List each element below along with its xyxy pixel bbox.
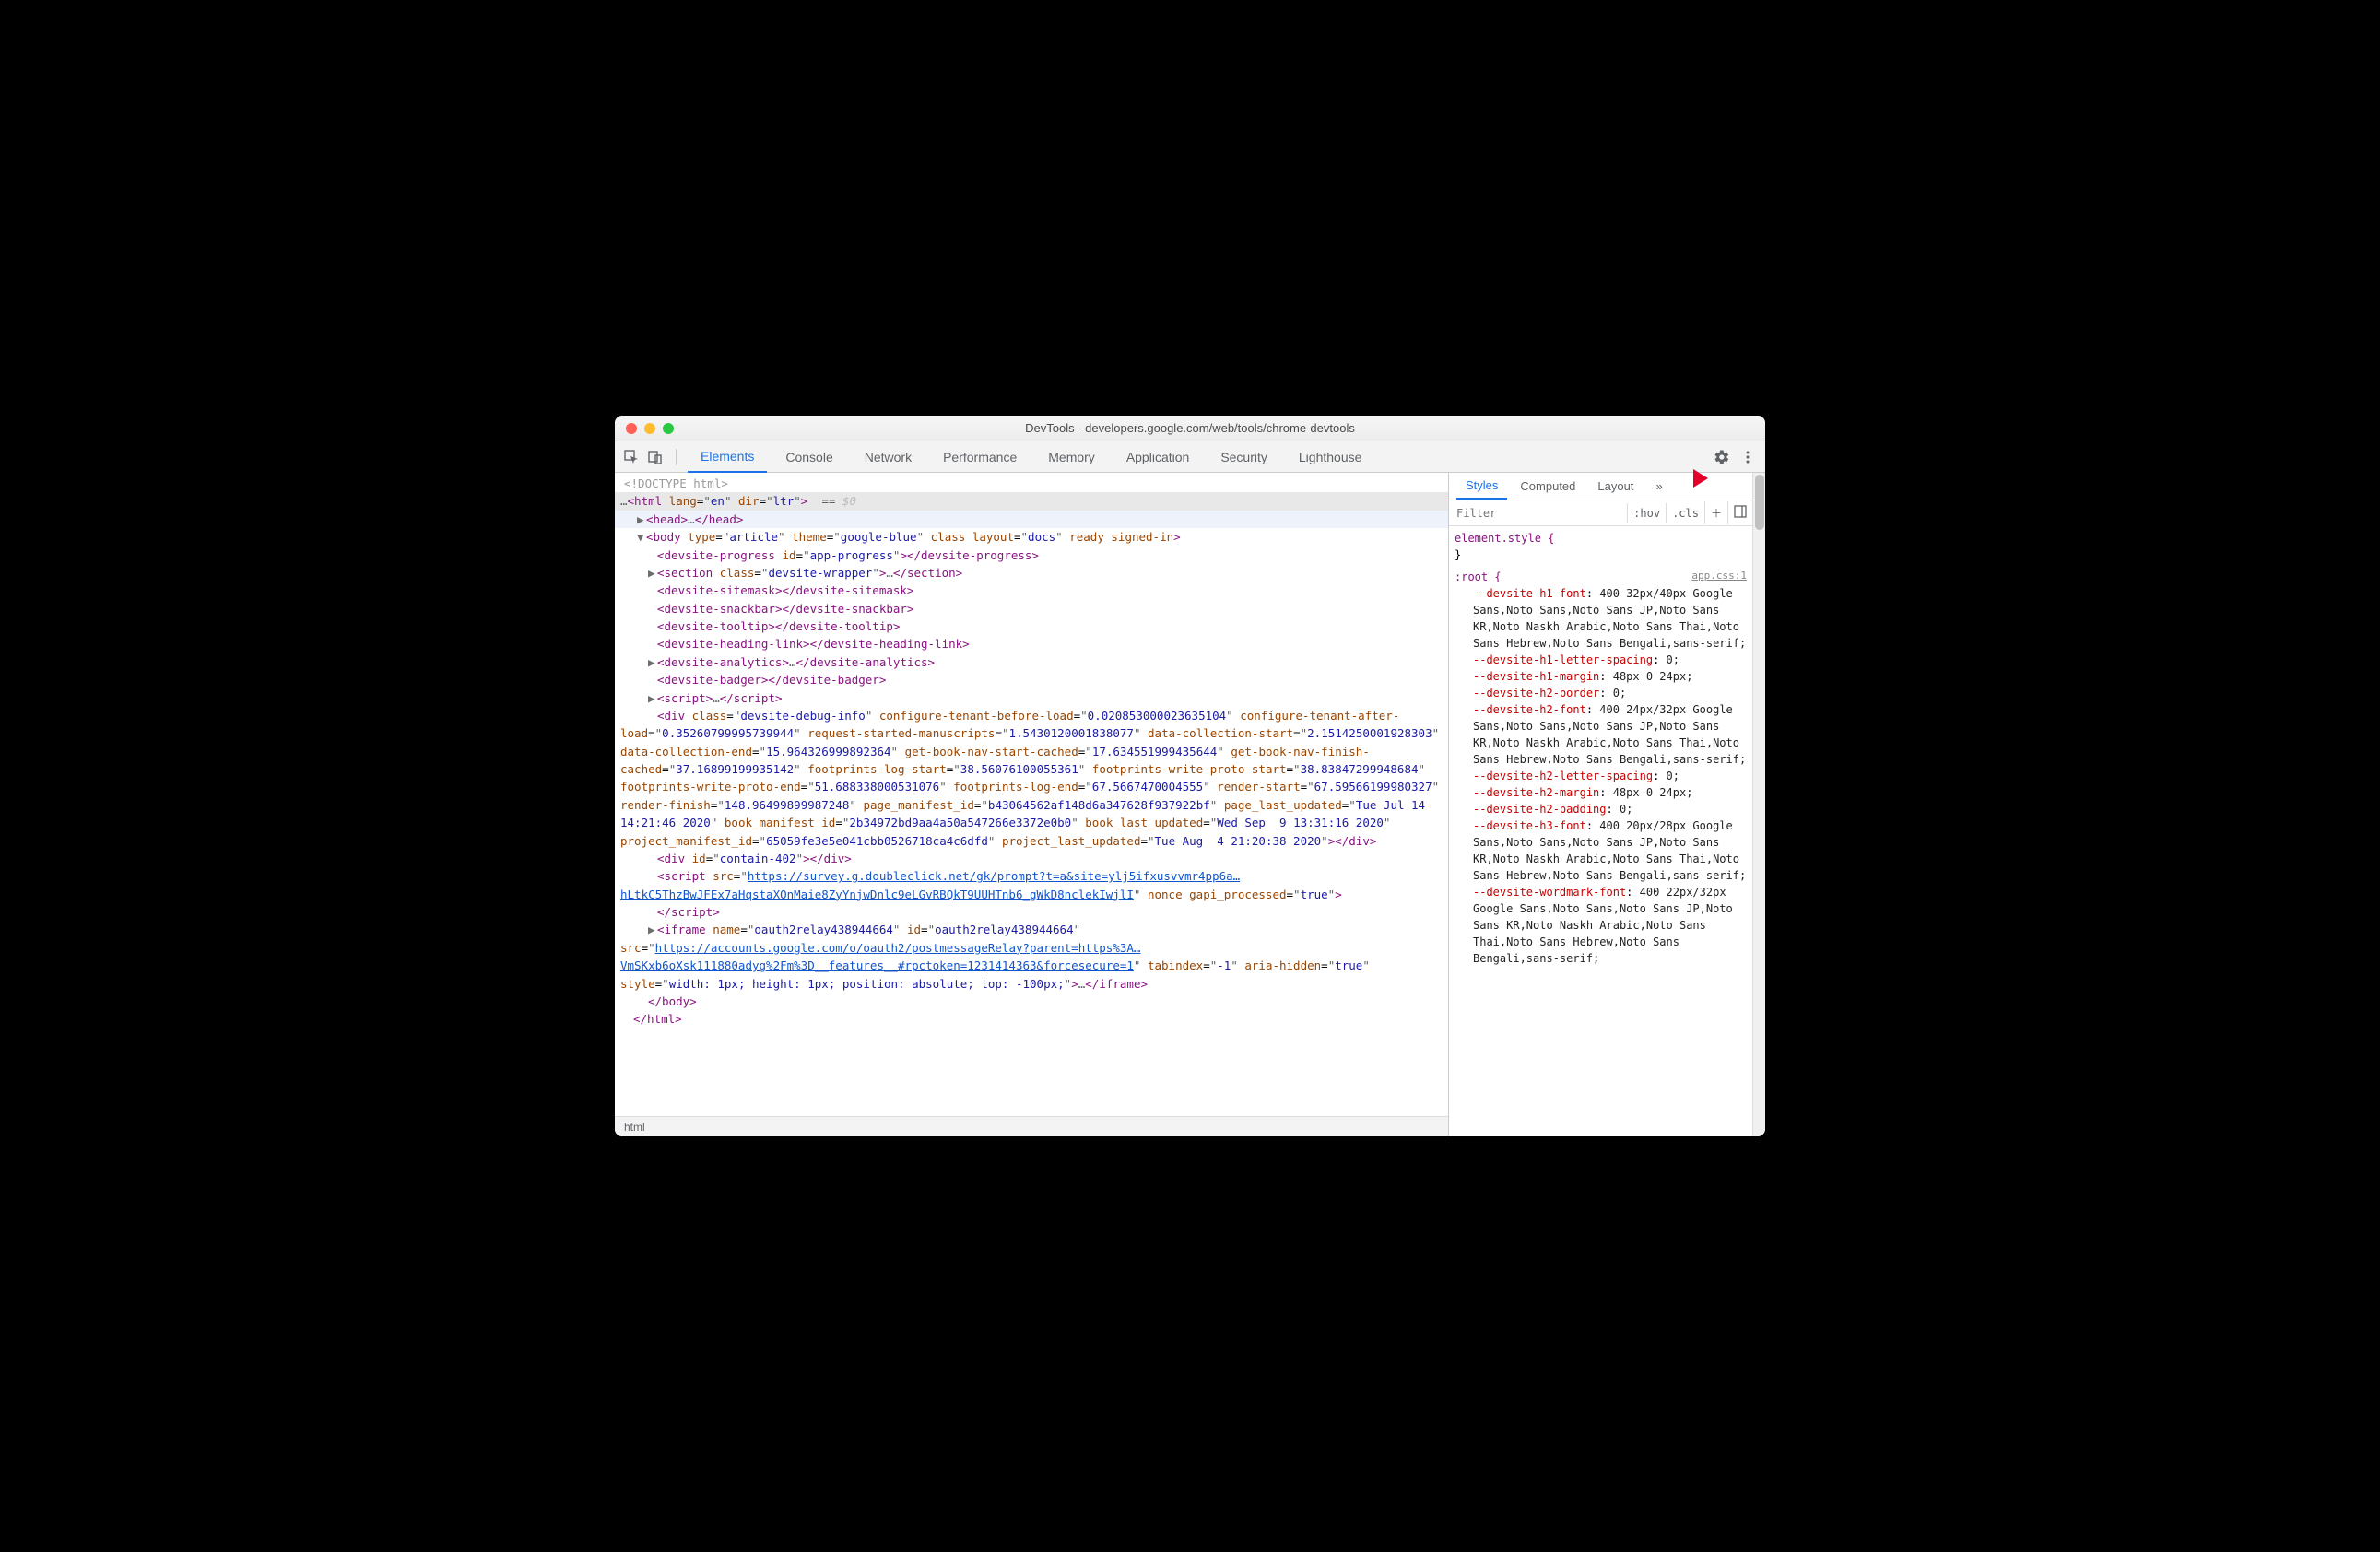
more-menu-icon[interactable]: [1738, 447, 1758, 467]
tab-application[interactable]: Application: [1113, 441, 1203, 473]
main-toolbar: Elements Console Network Performance Mem…: [615, 441, 1765, 473]
traffic-lights: [615, 423, 674, 434]
settings-gear-icon[interactable]: [1712, 447, 1732, 467]
scrollbar-thumb[interactable]: [1755, 475, 1764, 530]
tab-performance[interactable]: Performance: [930, 441, 1030, 473]
inspect-element-icon[interactable]: [622, 448, 641, 466]
dom-panel: <!DOCTYPE html>…<html lang="en" dir="ltr…: [615, 473, 1448, 1136]
styles-tab-computed[interactable]: Computed: [1511, 474, 1585, 499]
styles-tabs-overflow-icon[interactable]: »: [1646, 474, 1671, 499]
toolbar-separator: [676, 449, 677, 465]
styles-tab-layout[interactable]: Layout: [1588, 474, 1643, 499]
content-row: <!DOCTYPE html>…<html lang="en" dir="ltr…: [615, 473, 1765, 1136]
cls-toggle[interactable]: .cls: [1666, 503, 1704, 523]
maximize-window-button[interactable]: [663, 423, 674, 434]
devtools-window: DevTools - developers.google.com/web/too…: [615, 416, 1765, 1136]
minimize-window-button[interactable]: [644, 423, 655, 434]
tab-security[interactable]: Security: [1208, 441, 1280, 473]
breadcrumb-bar[interactable]: html: [615, 1116, 1448, 1136]
styles-body[interactable]: element.style {}app.css:1:root {--devsit…: [1449, 526, 1752, 1136]
styles-panel: Styles Computed Layout » :hov .cls ＋ ele…: [1448, 473, 1752, 1136]
device-toolbar-icon[interactable]: [646, 448, 665, 466]
computed-sidebar-icon[interactable]: [1727, 501, 1752, 524]
tab-lighthouse[interactable]: Lighthouse: [1286, 441, 1375, 473]
styles-toolbar: :hov .cls ＋: [1449, 500, 1752, 526]
hov-toggle[interactable]: :hov: [1627, 503, 1666, 523]
styles-tabs: Styles Computed Layout »: [1449, 473, 1752, 500]
tab-elements[interactable]: Elements: [688, 441, 767, 473]
breadcrumb-item[interactable]: html: [624, 1121, 645, 1134]
styles-tab-styles[interactable]: Styles: [1456, 473, 1507, 500]
new-style-rule-icon[interactable]: ＋: [1704, 501, 1727, 524]
tab-console[interactable]: Console: [772, 441, 845, 473]
tab-network[interactable]: Network: [852, 441, 925, 473]
window-title: DevTools - developers.google.com/web/too…: [615, 421, 1765, 435]
scrollbar[interactable]: [1752, 473, 1765, 1136]
close-window-button[interactable]: [626, 423, 637, 434]
styles-filter-input[interactable]: [1449, 503, 1627, 523]
dom-tree[interactable]: <!DOCTYPE html>…<html lang="en" dir="ltr…: [615, 473, 1448, 1116]
tab-memory[interactable]: Memory: [1035, 441, 1108, 473]
titlebar: DevTools - developers.google.com/web/too…: [615, 416, 1765, 441]
